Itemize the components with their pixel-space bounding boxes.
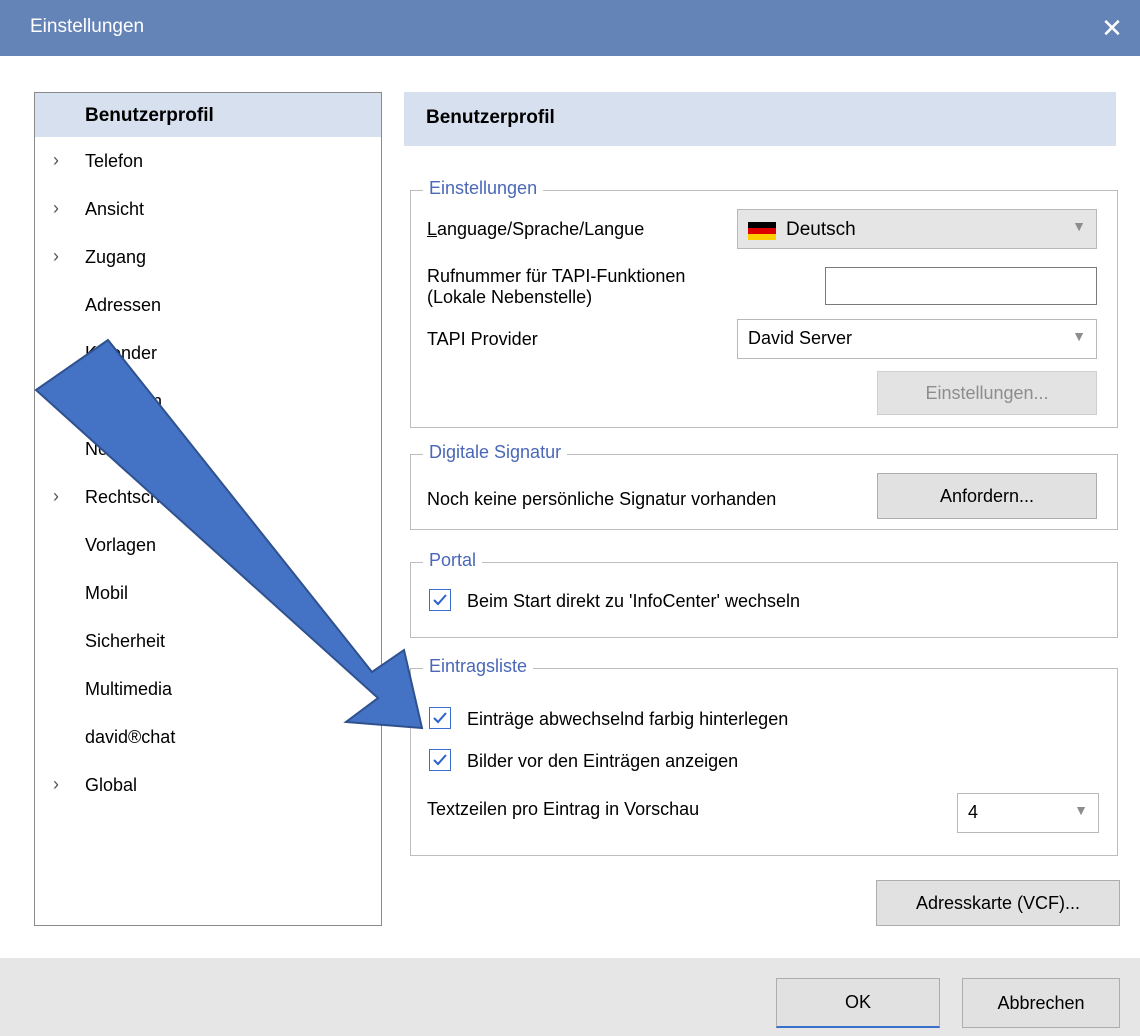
annotation-arrow [34,338,424,730]
